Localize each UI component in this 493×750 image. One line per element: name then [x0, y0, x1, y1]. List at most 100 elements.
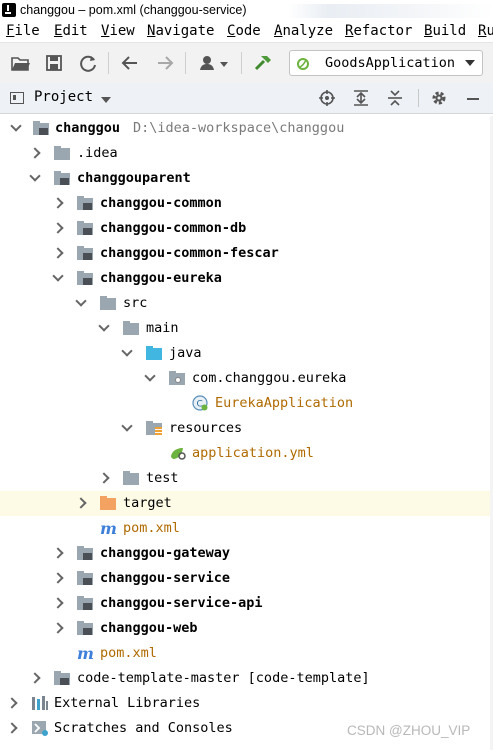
chevron-down-icon[interactable]	[98, 320, 110, 332]
chevron-down-icon	[465, 60, 475, 66]
tree-row-changgouparent[interactable]: changgouparent	[0, 166, 493, 191]
tree-row-idea[interactable]: .idea	[0, 141, 493, 166]
toolbar-separator	[241, 52, 242, 74]
open-icon[interactable]	[9, 52, 31, 74]
tree-row-changgou-eureka[interactable]: changgou-eureka	[0, 266, 493, 291]
header-separator	[418, 89, 419, 107]
chevron-right-icon[interactable]	[52, 572, 64, 584]
tree-row-changgou-common[interactable]: changgou-common	[0, 191, 493, 216]
tree-row-package[interactable]: com.changgou.eureka	[0, 366, 493, 391]
locate-icon[interactable]	[318, 89, 336, 107]
tree-row-changgou-service[interactable]: changgou-service	[0, 566, 493, 591]
chevron-down-icon[interactable]	[29, 170, 41, 182]
chevron-right-icon[interactable]	[52, 597, 64, 609]
tree-row-changgou-common-db[interactable]: changgou-common-db	[0, 216, 493, 241]
expand-all-icon[interactable]	[352, 89, 370, 107]
forward-icon[interactable]	[154, 52, 176, 74]
menu-file[interactable]: File	[6, 23, 40, 39]
folder-icon	[100, 296, 116, 311]
menu-view[interactable]: View	[101, 23, 135, 39]
chevron-down-icon[interactable]	[52, 270, 64, 282]
tree-row-target[interactable]: target	[0, 491, 493, 516]
tree-row-pom-xml[interactable]: m pom.xml	[0, 641, 493, 666]
run-configuration-dropdown[interactable]: GoodsApplication	[289, 50, 483, 76]
folder-icon	[123, 321, 139, 336]
menu-refactor[interactable]: Refactor	[345, 23, 412, 39]
tree-label: EurekaApplication	[215, 395, 354, 411]
chevron-down-icon[interactable]	[121, 420, 133, 432]
project-panel-header: Project	[0, 83, 493, 114]
module-folder-icon	[77, 546, 93, 561]
menu-navigate[interactable]: Navigate	[147, 23, 214, 39]
tree-row-eureka-application[interactable]: C EurekaApplication	[0, 391, 493, 416]
back-icon[interactable]	[119, 52, 141, 74]
menu-edit[interactable]: Edit	[54, 23, 88, 39]
module-folder-icon	[33, 121, 49, 136]
menu-build[interactable]: Build	[424, 23, 466, 39]
tree-row-main[interactable]: main	[0, 316, 493, 341]
toolbar-separator	[108, 52, 109, 74]
chevron-right-icon[interactable]	[6, 697, 18, 709]
collapse-all-icon[interactable]	[386, 89, 404, 107]
chevron-right-icon[interactable]	[98, 472, 110, 484]
run-configuration-name: GoodsApplication	[325, 55, 456, 71]
tree-label: changgou-common	[100, 195, 222, 211]
chevron-right-icon[interactable]	[75, 497, 87, 509]
menu-code[interactable]: Code	[227, 23, 261, 39]
chevron-right-icon[interactable]	[52, 247, 64, 259]
sync-icon[interactable]	[77, 52, 99, 74]
maven-icon: m	[77, 644, 94, 663]
chevron-down-icon[interactable]	[144, 370, 156, 382]
tree-label: changgou-common-fescar	[100, 245, 279, 261]
menu-bar: File Edit View Navigate Code Analyze Ref…	[0, 22, 493, 42]
tree-row-changgou[interactable]: changgou D:\idea-workspace\changgou	[0, 116, 493, 141]
menu-run[interactable]: Ru	[478, 23, 493, 39]
tree-label: changgou-common-db	[100, 220, 247, 236]
module-folder-icon	[77, 271, 93, 286]
build-hammer-icon[interactable]	[252, 52, 274, 74]
chevron-right-icon[interactable]	[52, 222, 64, 234]
save-icon[interactable]	[43, 52, 65, 74]
menu-analyze[interactable]: Analyze	[274, 23, 333, 39]
tree-row-src[interactable]: src	[0, 291, 493, 316]
tree-row-java[interactable]: java	[0, 341, 493, 366]
tree-row-application-yml[interactable]: application.yml	[0, 441, 493, 466]
tree-row-changgou-web[interactable]: changgou-web	[0, 616, 493, 641]
chevron-down-icon[interactable]	[121, 345, 133, 357]
chevron-down-icon[interactable]	[75, 295, 87, 307]
tree-row-code-template-master[interactable]: code-template-master [code-template]	[0, 666, 493, 691]
vcs-user-icon[interactable]	[197, 52, 233, 74]
spring-boot-icon	[296, 56, 310, 70]
module-path: D:\idea-workspace\changgou	[133, 120, 345, 136]
tree-label: main	[146, 320, 179, 336]
chevron-down-icon[interactable]	[10, 120, 22, 132]
tree-label: code-template-master [code-template]	[77, 670, 370, 686]
chevron-down-icon[interactable]	[101, 97, 111, 103]
tree-label: changgou-service	[100, 570, 231, 586]
tree-row-changgou-service-api[interactable]: changgou-service-api	[0, 591, 493, 616]
hide-icon[interactable]	[464, 89, 482, 107]
tree-label: com.changgou.eureka	[192, 370, 347, 386]
chevron-right-icon[interactable]	[52, 197, 64, 209]
tree-row-test[interactable]: test	[0, 466, 493, 491]
tree-row-changgou-gateway[interactable]: changgou-gateway	[0, 541, 493, 566]
window-title: changgou – pom.xml (changgou-service)	[20, 3, 247, 17]
intellij-app-icon	[2, 3, 16, 17]
module-folder-icon	[77, 221, 93, 236]
tree-label: pom.xml	[123, 520, 180, 536]
project-panel-title[interactable]: Project	[34, 89, 93, 105]
excluded-folder-icon	[100, 496, 116, 511]
tree-row-changgou-common-fescar[interactable]: changgou-common-fescar	[0, 241, 493, 266]
chevron-right-icon[interactable]	[52, 622, 64, 634]
tree-label: resources	[169, 420, 243, 436]
tree-row-external-libraries[interactable]: External Libraries	[0, 691, 493, 716]
tree-row-resources[interactable]: resources	[0, 416, 493, 441]
chevron-right-icon[interactable]	[6, 722, 18, 734]
settings-gear-icon[interactable]	[430, 89, 448, 107]
chevron-right-icon[interactable]	[52, 547, 64, 559]
tree-row-pom-xml[interactable]: m pom.xml	[0, 516, 493, 541]
chevron-right-icon[interactable]	[29, 672, 41, 684]
tree-label: java	[169, 345, 202, 361]
chevron-right-icon[interactable]	[29, 147, 41, 159]
tree-label: changgou-eureka	[100, 270, 222, 286]
